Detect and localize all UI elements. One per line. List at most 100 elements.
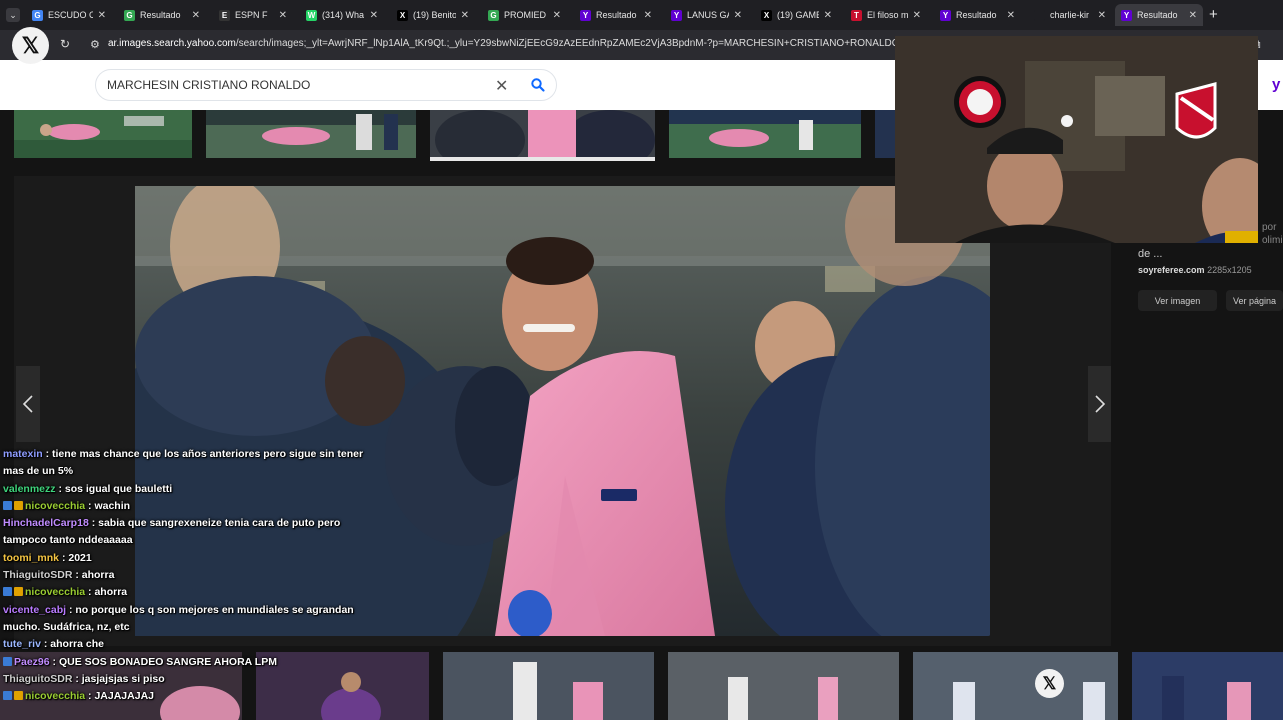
chat-username[interactable]: HinchadelCarp18 bbox=[3, 517, 89, 529]
browser-tab[interactable]: W (314) Wha ✕ bbox=[300, 4, 384, 26]
reload-icon[interactable]: ↻ bbox=[60, 37, 70, 51]
browser-tab[interactable]: Y Resultado ✕ bbox=[574, 4, 658, 26]
tab-title: Resultado bbox=[596, 10, 637, 20]
chat-message: vicente_cabj : no porque los q son mejor… bbox=[3, 602, 373, 637]
chat-username[interactable]: Paez96 bbox=[14, 656, 50, 668]
new-tab-button[interactable]: + bbox=[1209, 6, 1218, 23]
chat-text: : 2021 bbox=[61, 551, 92, 564]
browser-tab[interactable]: T El filoso m ✕ bbox=[845, 4, 927, 26]
chat-username[interactable]: matexin bbox=[3, 448, 43, 460]
image-dimensions: 2285x1205 bbox=[1207, 265, 1252, 275]
close-tab-icon[interactable]: ✕ bbox=[98, 10, 106, 21]
result-thumbnail[interactable] bbox=[443, 652, 654, 720]
chrome-icon: G bbox=[488, 9, 499, 21]
browser-tab[interactable]: Y Resultado ✕ bbox=[1115, 4, 1203, 26]
close-tab-icon[interactable]: ✕ bbox=[1189, 10, 1197, 21]
whatsapp-icon: W bbox=[306, 9, 317, 21]
chat-text: : jasjajsjas si piso bbox=[75, 672, 165, 685]
tvn-icon: T bbox=[851, 9, 862, 21]
browser-tab[interactable]: G Resultado ✕ bbox=[118, 4, 206, 26]
clear-search-icon[interactable]: ✕ bbox=[495, 76, 508, 96]
view-image-button[interactable]: Ver imagen bbox=[1138, 290, 1217, 311]
close-tab-icon[interactable]: ✕ bbox=[461, 10, 469, 21]
selected-indicator bbox=[430, 157, 655, 161]
chat-badge-icon bbox=[14, 691, 23, 701]
x-icon: X bbox=[761, 9, 772, 21]
chat-message: Paez96 : QUE SOS BONADEO SANGRE AHORA LP… bbox=[3, 654, 373, 671]
chat-username[interactable]: vicente_cabj bbox=[3, 604, 66, 616]
site-info-icon[interactable]: ⚙ bbox=[90, 38, 100, 51]
close-tab-icon[interactable]: ✕ bbox=[370, 10, 378, 21]
espn-icon: E bbox=[219, 9, 230, 21]
result-title-partial: por olimi bbox=[1262, 221, 1283, 247]
close-tab-icon[interactable]: ✕ bbox=[734, 10, 742, 21]
chat-username[interactable]: nicovecchia bbox=[25, 500, 85, 512]
yahoo-icon: Y bbox=[580, 9, 591, 21]
chat-text: : tiene mas chance que los años anterior… bbox=[3, 448, 364, 478]
search-input[interactable] bbox=[107, 77, 487, 93]
view-page-button[interactable]: Ver página bbox=[1226, 290, 1283, 311]
next-image-button[interactable] bbox=[1088, 366, 1112, 442]
result-thumbnail[interactable] bbox=[669, 110, 861, 158]
tab-title: (19) Benito bbox=[413, 10, 456, 20]
close-tab-icon[interactable]: ✕ bbox=[553, 10, 561, 21]
yahoo-icon: Y bbox=[1121, 9, 1132, 21]
screen: ⌄ G ESCUDO C ✕ G Resultado ✕ E ESPN F ✕ W (314) Wh… bbox=[0, 0, 1283, 720]
page-icon bbox=[1034, 9, 1045, 21]
chat-badge-icon bbox=[3, 500, 12, 510]
yahoo-logo[interactable]: y bbox=[1272, 76, 1280, 93]
result-thumbnail[interactable] bbox=[668, 652, 899, 720]
close-tab-icon[interactable]: ✕ bbox=[1098, 10, 1106, 21]
browser-tab[interactable]: X (19) GAME ✕ bbox=[755, 4, 838, 26]
close-tab-icon[interactable]: ✕ bbox=[279, 10, 287, 21]
result-source[interactable]: soyreferee.com 2285x1205 bbox=[1138, 265, 1252, 275]
result-thumbnail[interactable] bbox=[913, 652, 1118, 720]
chat-text: : QUE SOS BONADEO SANGRE AHORA LPM bbox=[52, 655, 277, 668]
chat-message: HinchadelCarp18 : sabia que sangrexeneiz… bbox=[3, 515, 373, 550]
search-icon[interactable] bbox=[530, 77, 546, 98]
chat-message: nicovecchia : JAJAJAJAJ bbox=[3, 688, 373, 705]
chat-message: tute_riv : ahorra che bbox=[3, 636, 373, 653]
browser-tab[interactable]: charlie-kir ✕ bbox=[1028, 4, 1112, 26]
chat-message: nicovecchia : ahorra bbox=[3, 584, 373, 601]
chat-username[interactable]: toomi_mnk bbox=[3, 552, 59, 564]
url-field[interactable]: ar.images.search.yahoo.com/search/images… bbox=[108, 38, 898, 49]
chat-username[interactable]: valenmezz bbox=[3, 483, 56, 495]
chat-text: : wachin bbox=[88, 499, 131, 512]
browser-tab[interactable]: G PROMIED ✕ bbox=[482, 4, 567, 26]
chat-username[interactable]: ThiaguitoSDR bbox=[3, 673, 72, 685]
tab-title: El filoso m bbox=[867, 10, 908, 20]
close-tab-icon[interactable]: ✕ bbox=[644, 10, 652, 21]
chat-message: valenmezz : sos igual que bauletti bbox=[3, 481, 373, 498]
result-thumbnail[interactable] bbox=[206, 110, 416, 158]
chat-text: : JAJAJAJAJ bbox=[88, 690, 154, 703]
yahoo-icon: Y bbox=[671, 9, 682, 21]
chat-username[interactable]: nicovecchia bbox=[25, 690, 85, 702]
close-tab-icon[interactable]: ✕ bbox=[192, 10, 200, 21]
browser-tab[interactable]: X (19) Benito ✕ bbox=[391, 4, 475, 26]
x-icon: X bbox=[397, 9, 408, 21]
chat-username[interactable]: nicovecchia bbox=[25, 586, 85, 598]
chat-text: : ahorra bbox=[75, 569, 115, 582]
previous-image-button[interactable] bbox=[16, 366, 40, 442]
result-title[interactable]: de ... bbox=[1138, 248, 1162, 260]
close-tab-icon[interactable]: ✕ bbox=[824, 10, 832, 21]
url-host: ar.images.search.yahoo.com bbox=[108, 38, 236, 49]
result-thumbnail-selected[interactable] bbox=[430, 110, 655, 158]
chat-username[interactable]: ThiaguitoSDR bbox=[3, 569, 72, 581]
browser-tab[interactable]: G ESCUDO C ✕ bbox=[26, 4, 112, 26]
tab-search-icon[interactable]: ⌄ bbox=[6, 8, 20, 22]
close-tab-icon[interactable]: ✕ bbox=[913, 10, 921, 21]
result-thumbnail[interactable] bbox=[1132, 652, 1283, 720]
result-thumbnail[interactable] bbox=[14, 110, 192, 158]
browser-tab[interactable]: E ESPN F ✕ bbox=[213, 4, 293, 26]
browser-tab[interactable]: Y Resultado ✕ bbox=[934, 4, 1021, 26]
tab-title: Resultado bbox=[956, 10, 997, 20]
x-logo-icon: 𝕏 bbox=[1035, 669, 1064, 698]
result-thumbnail[interactable] bbox=[875, 110, 895, 158]
streamer-webcam bbox=[895, 36, 1258, 243]
tab-title: Resultado bbox=[140, 10, 181, 20]
chat-username[interactable]: tute_riv bbox=[3, 638, 41, 650]
browser-tab[interactable]: Y LANUS GA ✕ bbox=[665, 4, 748, 26]
close-tab-icon[interactable]: ✕ bbox=[1007, 10, 1015, 21]
